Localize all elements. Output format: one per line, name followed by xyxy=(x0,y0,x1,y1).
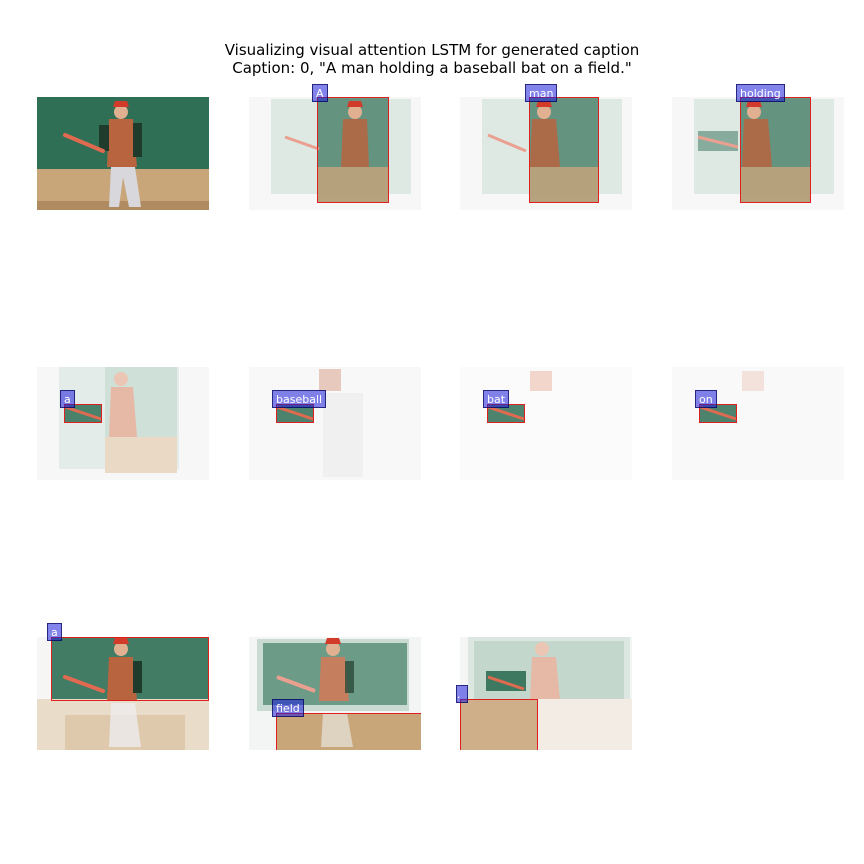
attention-map xyxy=(249,367,421,480)
word-label: on xyxy=(695,390,717,408)
attention-panel-10: . xyxy=(456,637,632,750)
attention-map xyxy=(37,367,209,480)
attention-panel-7: on xyxy=(672,367,844,480)
attention-panel-9: field xyxy=(249,637,421,750)
original-photo-panel xyxy=(37,97,209,210)
figure-title-line1: Visualizing visual attention LSTM for ge… xyxy=(224,41,640,59)
word-label: bat xyxy=(483,390,510,408)
attention-map xyxy=(672,367,844,480)
attention-box xyxy=(276,713,421,750)
attention-box xyxy=(529,97,599,203)
attention-panel-2: man xyxy=(460,84,632,210)
attention-panel-1: A xyxy=(249,84,421,210)
attention-box xyxy=(740,97,811,203)
attention-panel-5: baseball xyxy=(249,367,421,480)
word-label: . xyxy=(456,685,468,703)
attention-map xyxy=(460,367,632,480)
word-label: a xyxy=(60,390,75,408)
attention-box xyxy=(317,97,389,203)
attention-box xyxy=(51,637,209,701)
attention-panel-4: a xyxy=(37,367,209,480)
figure-title-line2: Caption: 0, "A man holding a baseball ba… xyxy=(232,59,632,77)
word-label: field xyxy=(272,699,304,717)
word-label: holding xyxy=(736,84,785,102)
attention-panel-6: bat xyxy=(460,367,632,480)
original-photo xyxy=(37,97,209,210)
word-label: A xyxy=(312,84,328,102)
word-label: man xyxy=(525,84,558,102)
attention-panel-3: holding xyxy=(672,84,844,210)
attention-panel-8: a xyxy=(37,623,209,750)
word-label: a xyxy=(47,623,62,641)
attention-box xyxy=(460,699,538,750)
word-label: baseball xyxy=(272,390,327,408)
